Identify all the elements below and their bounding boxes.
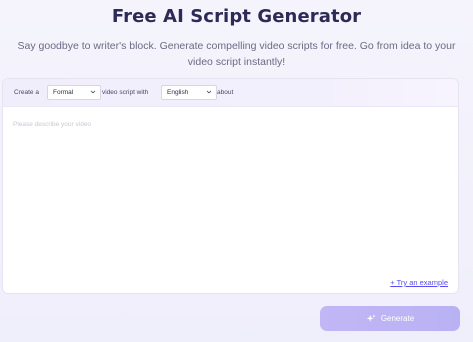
chevron-down-icon: [90, 90, 96, 94]
generate-button-label: Generate: [380, 314, 415, 323]
language-select-value: English: [167, 89, 189, 96]
generate-button[interactable]: Generate: [320, 306, 460, 331]
language-select[interactable]: English: [161, 85, 217, 100]
script-generator-card: Create a Formal video script with Englis…: [2, 78, 459, 294]
options-suffix-text: about: [217, 89, 234, 96]
options-middle-text: video script with: [102, 89, 149, 96]
chevron-down-icon: [206, 90, 212, 94]
options-bar: Create a Formal video script with Englis…: [3, 79, 458, 107]
page-title: Free AI Script Generator: [111, 6, 362, 27]
try-example-link[interactable]: + Try an example: [390, 278, 448, 287]
sparkle-icon: [366, 313, 376, 322]
subtitle-line-1: Say goodbye to writer's block. Generate …: [17, 40, 456, 52]
options-prefix-text: Create a: [14, 89, 39, 96]
page-subtitle: Say goodbye to writer's block. Generate …: [0, 38, 473, 70]
video-description-input[interactable]: [3, 107, 458, 293]
tone-select[interactable]: Formal: [47, 85, 101, 100]
tone-select-value: Formal: [53, 89, 74, 96]
subtitle-line-2: video script instantly!: [187, 56, 286, 68]
